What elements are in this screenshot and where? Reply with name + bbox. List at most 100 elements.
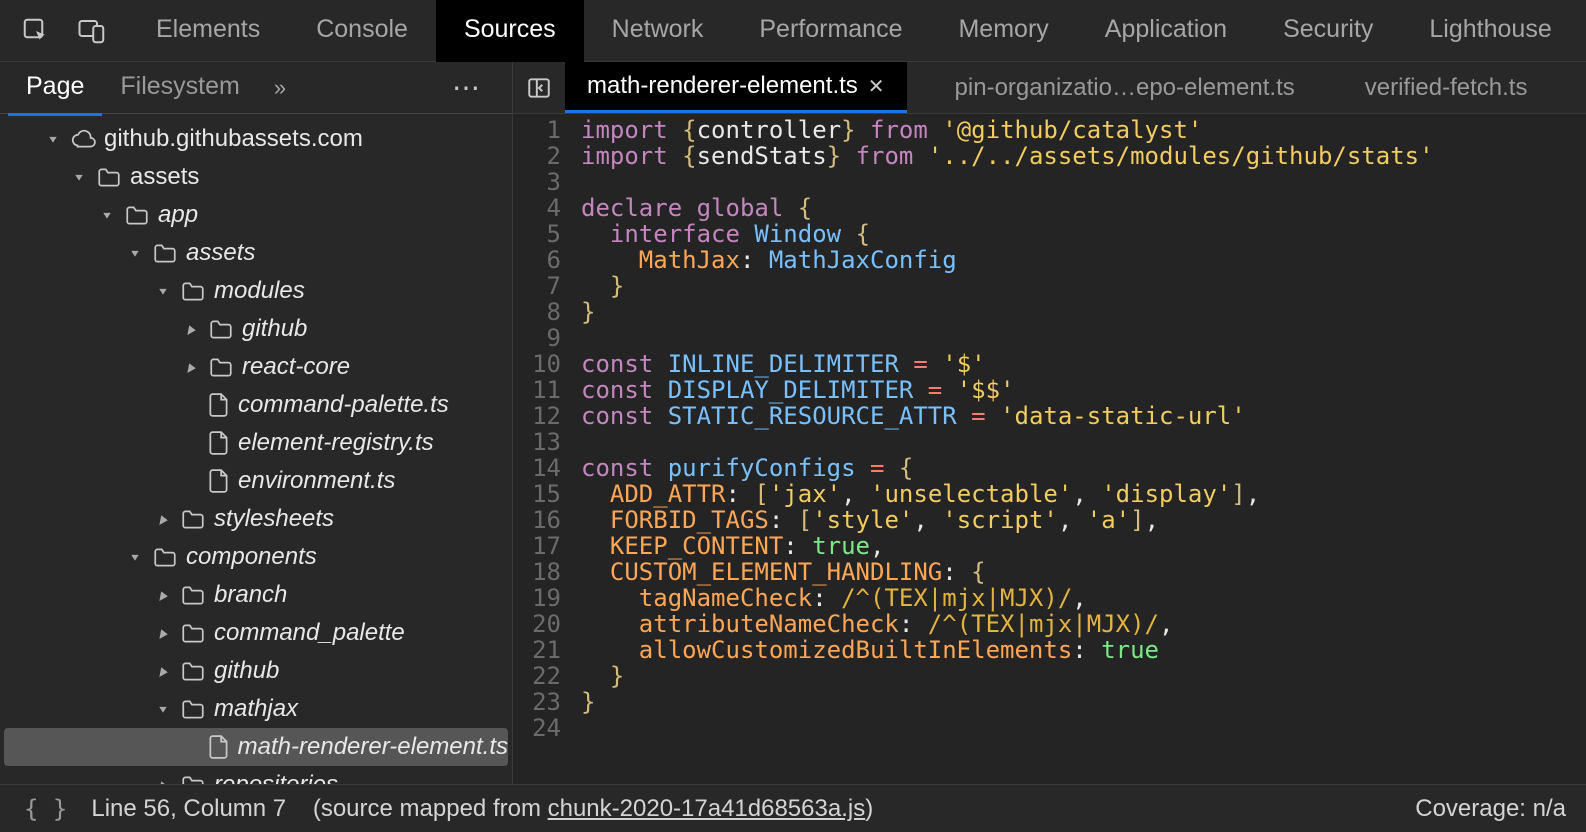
code-line[interactable] [581,430,1586,456]
tree-arrow-icon[interactable] [154,701,172,717]
folder-components[interactable]: components [0,538,512,576]
code-line[interactable]: } [581,274,1586,300]
line-number[interactable]: 18 [513,560,561,586]
sidebar-tab-page[interactable]: Page [8,60,102,116]
tree-arrow-icon[interactable] [126,245,144,261]
more-tabs-chevron-icon[interactable]: » [258,75,302,101]
code-line[interactable]: KEEP_CONTENT: true, [581,534,1586,560]
line-number[interactable]: 16 [513,508,561,534]
tree-arrow-icon[interactable] [98,207,116,223]
inspect-element-icon[interactable] [20,15,52,47]
code-line[interactable]: } [581,664,1586,690]
code-line[interactable]: const purifyConfigs = { [581,456,1586,482]
line-number[interactable]: 3 [513,170,561,196]
tab-network[interactable]: Network [584,0,732,65]
tree-arrow-icon[interactable] [182,321,200,338]
tree-arrow-icon[interactable] [126,549,144,565]
folder-stylesheets[interactable]: stylesheets [0,500,512,538]
tree-arrow-icon[interactable] [70,169,88,185]
code-line[interactable]: } [581,690,1586,716]
line-number[interactable]: 8 [513,300,561,326]
file-element-registry-ts[interactable]: element-registry.ts [0,424,512,462]
code-line[interactable]: const STATIC_RESOURCE_ATTR = 'data-stati… [581,404,1586,430]
file-command-palette-ts[interactable]: command-palette.ts [0,386,512,424]
line-number[interactable]: 9 [513,326,561,352]
folder-command-palette[interactable]: command_palette [0,614,512,652]
line-number[interactable]: 22 [513,664,561,690]
folder-github[interactable]: github [0,310,512,348]
code-line[interactable]: FORBID_TAGS: ['style', 'script', 'a'], [581,508,1586,534]
folder-repositories[interactable]: repositories [0,766,512,784]
code-line[interactable]: MathJax: MathJaxConfig [581,248,1586,274]
code-line[interactable] [581,716,1586,742]
code-line[interactable]: const INLINE_DELIMITER = '$' [581,352,1586,378]
folder-assets[interactable]: assets [0,234,512,272]
tab-console[interactable]: Console [288,0,436,65]
line-number[interactable]: 15 [513,482,561,508]
line-number[interactable]: 7 [513,274,561,300]
folder-app[interactable]: app [0,196,512,234]
folder-modules[interactable]: modules [0,272,512,310]
line-number[interactable]: 4 [513,196,561,222]
folder-react-core[interactable]: react-core [0,348,512,386]
code-line[interactable] [581,326,1586,352]
line-number[interactable]: 23 [513,690,561,716]
tree-arrow-icon[interactable] [154,777,172,785]
code-line[interactable]: const DISPLAY_DELIMITER = '$$' [581,378,1586,404]
line-number[interactable]: 1 [513,118,561,144]
line-number[interactable]: 6 [513,248,561,274]
tree-arrow-icon[interactable] [44,131,62,147]
code-line[interactable]: interface Window { [581,222,1586,248]
code-line[interactable]: declare global { [581,196,1586,222]
code-line[interactable]: import {controller} from '@github/cataly… [581,118,1586,144]
tab-sources[interactable]: Sources [436,0,584,65]
file-environment-ts[interactable]: environment.ts [0,462,512,500]
close-icon[interactable]: ✕ [868,74,885,99]
editor-tab[interactable]: math-renderer-element.ts✕ [565,62,907,113]
sidebar-tab-filesystem[interactable]: Filesystem [102,60,257,116]
folder-github-githubassets-com[interactable]: github.githubassets.com [0,120,512,158]
source-map-link[interactable]: chunk-2020-17a41d68563a.js [548,795,866,822]
line-number[interactable]: 24 [513,716,561,742]
line-number[interactable]: 19 [513,586,561,612]
line-number[interactable]: 21 [513,638,561,664]
code-line[interactable]: allowCustomizedBuiltInElements: true [581,638,1586,664]
tab-lighthouse[interactable]: Lighthouse [1401,0,1579,65]
editor-tab[interactable]: pin-organizatio…epo-element.ts [933,62,1317,113]
line-number[interactable]: 20 [513,612,561,638]
tab-elements[interactable]: Elements [128,0,288,65]
folder-mathjax[interactable]: mathjax [0,690,512,728]
tab-security[interactable]: Security [1255,0,1401,65]
line-number[interactable]: 13 [513,430,561,456]
tree-arrow-icon[interactable] [154,511,172,528]
line-number[interactable]: 10 [513,352,561,378]
tree-arrow-icon[interactable] [182,359,200,376]
tree-arrow-icon[interactable] [154,625,172,642]
code-line[interactable] [581,170,1586,196]
code-line[interactable]: import {sendStats} from '../../assets/mo… [581,144,1586,170]
file-math-renderer-element-ts[interactable]: math-renderer-element.ts [4,728,508,766]
pretty-print-icon[interactable]: { } [0,795,91,823]
sidebar-more-icon[interactable]: ⋯ [452,71,504,104]
code-line[interactable]: tagNameCheck: /^(TEX|mjx|MJX)/, [581,586,1586,612]
line-number[interactable]: 2 [513,144,561,170]
source-code-editor[interactable]: 123456789101112131415161718192021222324 … [513,114,1586,784]
tab-application[interactable]: Application [1077,0,1255,65]
line-number[interactable]: 17 [513,534,561,560]
device-toggle-icon[interactable] [76,15,108,47]
tab-memory[interactable]: Memory [930,0,1076,65]
navigator-toggle-icon[interactable] [513,62,565,113]
line-number[interactable]: 14 [513,456,561,482]
line-number[interactable]: 11 [513,378,561,404]
code-line[interactable]: } [581,300,1586,326]
line-number[interactable]: 12 [513,404,561,430]
folder-branch[interactable]: branch [0,576,512,614]
tab-performance[interactable]: Performance [731,0,930,65]
tree-arrow-icon[interactable] [154,587,172,604]
code-line[interactable]: attributeNameCheck: /^(TEX|mjx|MJX)/, [581,612,1586,638]
tree-arrow-icon[interactable] [154,283,172,299]
code-line[interactable]: ADD_ATTR: ['jax', 'unselectable', 'displ… [581,482,1586,508]
folder-assets[interactable]: assets [0,158,512,196]
tree-arrow-icon[interactable] [154,663,172,680]
editor-tab[interactable]: verified-fetch.ts [1343,62,1550,113]
